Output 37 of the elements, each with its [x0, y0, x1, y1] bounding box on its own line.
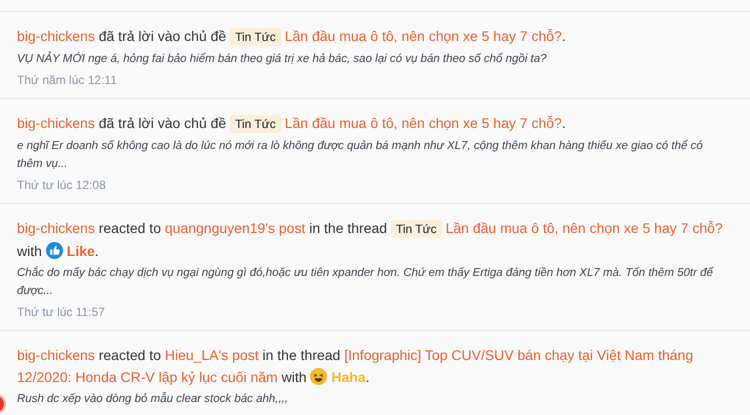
thread-link[interactable]: big-chickens — [17, 115, 95, 131]
thread-link[interactable]: [Infographic] Top CUV/SUV bán chạy tại Việt Nam tháng — [344, 347, 694, 363]
headline-text: reacted to — [98, 347, 161, 363]
thread-link[interactable]: Lần đầu mua ô tô, nên chọn xe 5 hay 7 chỗ? — [446, 220, 723, 236]
post-snippet: Rush dc xếp vào dòng bỏ mẫu clear stock bác ahh,,,, — [17, 391, 290, 407]
thread-link[interactable]: big-chickens — [17, 220, 95, 236]
post-snippet: Chắc do mấy bác chạy dịch vụ ngại ngùng gì đó,hoặc ưu tiên xpander hơn. Chứ em thấy Ertiga đáng tiền hơn XL7 mà. Tốn thêm 50tr để được... — [17, 265, 714, 299]
headline-text: . — [562, 115, 566, 131]
category-tag[interactable]: Tin Tức — [230, 28, 281, 46]
thread-link[interactable]: big-chickens — [17, 347, 95, 363]
thread-link[interactable]: Hieu_LA's post — [164, 347, 259, 363]
thread-link[interactable]: big-chickens — [17, 28, 95, 44]
headline-text: with — [282, 369, 306, 385]
headline-text: in the thread — [309, 220, 388, 236]
timestamp: Thứ năm lúc 12:11 — [17, 72, 118, 89]
headline-text: . — [366, 369, 370, 385]
headline-text: in the thread — [262, 347, 340, 363]
headline-text: đã trả lời vào chủ đề — [98, 28, 226, 44]
headline-text: . — [94, 243, 99, 259]
thread-link[interactable]: Lần đầu mua ô tô, nên chọn xe 5 hay 7 chỗ? — [284, 115, 562, 131]
reaction-link[interactable]: Haha — [331, 369, 366, 385]
headline-text: with — [17, 243, 42, 259]
thread-link[interactable]: 12/2020: Honda CR-V lập kỷ lục cuối năm — [17, 369, 278, 385]
headline-text: đã trả lời vào chủ đề — [98, 115, 226, 131]
headline-text: . — [562, 28, 566, 44]
thumbs-up-icon — [46, 242, 63, 259]
reaction-link[interactable]: Like — [66, 243, 95, 259]
thread-link[interactable]: quangnguyen19's post — [164, 220, 306, 236]
timestamp: Thứ tư lúc 12:08 — [17, 177, 107, 194]
category-tag[interactable]: Tin Tức — [390, 220, 442, 238]
thread-link[interactable]: Lần đầu mua ô tô, nên chọn xe 5 hay 7 chỗ? — [284, 28, 562, 44]
headline-text: reacted to — [98, 220, 161, 236]
timestamp: Thứ tư lúc 11:57 — [17, 304, 106, 321]
post-snippet: VỤ NẢY MỚI nge á, hỏng fai bảo hiểm bán theo giá trị xe hả bác, sao lại có vụ bán theo số chổ ngồi ta? — [17, 50, 548, 67]
post-snippet: e nghĩ Er doanh số không cao là do lúc nó mới ra lò không được quản bá mạnh như XL7, cộng thêm khan hàng thiếu xe giao có thể có thêm vụ... — [17, 138, 704, 172]
category-tag[interactable]: Tin Tức — [230, 115, 281, 133]
laughing-face-icon — [310, 368, 328, 385]
